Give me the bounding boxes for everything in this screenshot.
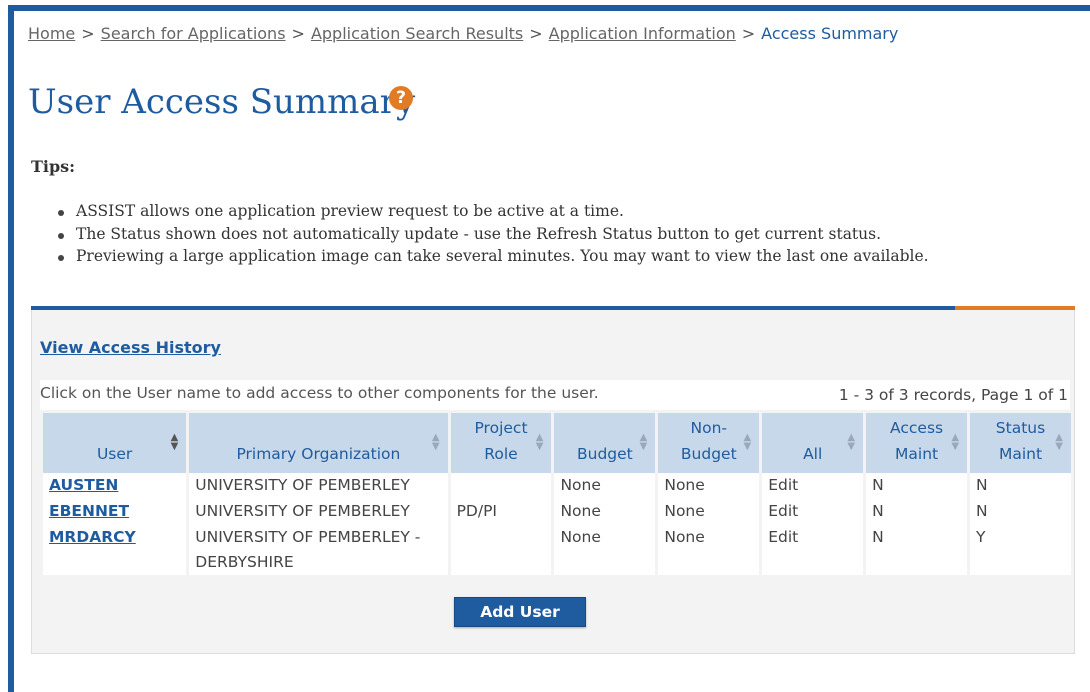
breadcrumb-application-info-link[interactable]: Application Information [549,24,736,43]
tip-item: ASSIST allows one application preview re… [56,202,929,225]
cell-all: Edit [762,473,864,499]
cell-budget: None [554,525,656,575]
help-icon[interactable]: ? [389,86,413,110]
column-header-non-budget[interactable]: Non- Budget ▲ ▼ [658,413,760,473]
cell-project-role [450,473,552,499]
tip-item: Previewing a large application image can… [56,247,929,270]
cell-non-budget: None [658,499,760,525]
cell-organization: UNIVERSITY OF PEMBERLEY - DERBYSHIRE [189,525,448,575]
panel-accent-bar-orange [955,306,1075,310]
table-row: AUSTEN UNIVERSITY OF PEMBERLEY None None… [43,473,1071,499]
user-access-table: User ▲ ▼ Primary Organization ▲ ▼ Project … [40,413,1074,575]
cell-budget: None [554,473,656,499]
breadcrumb: Home > Search for Applications > Application… [28,24,898,43]
cell-user: AUSTEN [43,473,187,499]
sort-icon[interactable]: ▲ ▼ [951,433,959,452]
tips-list: ASSIST allows one application preview re… [56,202,929,270]
user-link[interactable]: AUSTEN [49,476,118,494]
header-label: Status [995,419,1046,437]
column-header-user[interactable]: User ▲ ▼ [43,413,187,473]
cell-project-role [450,525,552,575]
organization-line: UNIVERSITY OF PEMBERLEY - [195,528,421,546]
breadcrumb-search-results-link[interactable]: Application Search Results [311,24,523,43]
tips-heading: Tips: [31,157,76,176]
column-header-primary-organization[interactable]: Primary Organization ▲ ▼ [189,413,448,473]
column-header-status-maint[interactable]: Status Maint ▲ ▼ [970,413,1071,473]
cell-user: EBENNET [43,499,187,525]
breadcrumb-separator: > [291,24,305,43]
breadcrumb-separator: > [81,24,95,43]
sort-icon[interactable]: ▲ ▼ [536,433,544,452]
header-label: Maint [998,445,1043,463]
cell-user: MRDARCY [43,525,187,575]
header-label: Budget [577,445,633,463]
header-label: Project [474,419,528,437]
window-frame-left [8,5,14,692]
tip-item: The Status shown does not automatically … [56,225,929,248]
table-row: EBENNET UNIVERSITY OF PEMBERLEY PD/PI No… [43,499,1071,525]
user-link[interactable]: EBENNET [49,502,129,520]
cell-organization: UNIVERSITY OF PEMBERLEY [189,499,448,525]
cell-status-maint: Y [970,525,1071,575]
cell-status-maint: N [970,473,1071,499]
column-header-access-maint[interactable]: Access Maint ▲ ▼ [866,413,968,473]
cell-organization: UNIVERSITY OF PEMBERLEY [189,473,448,499]
cell-all: Edit [762,499,864,525]
header-label: Primary Organization [236,445,401,463]
cell-non-budget: None [658,525,760,575]
user-link[interactable]: MRDARCY [49,528,136,546]
cell-all: Edit [762,525,864,575]
breadcrumb-separator: > [529,24,543,43]
table-row: MRDARCY UNIVERSITY OF PEMBERLEY - DERBYS… [43,525,1071,575]
breadcrumb-search-link[interactable]: Search for Applications [101,24,286,43]
table-header-row: User ▲ ▼ Primary Organization ▲ ▼ Project … [43,413,1071,473]
cell-access-maint: N [866,525,968,575]
sort-icon[interactable]: ▲ ▼ [640,433,648,452]
header-label: All [803,445,823,463]
sort-icon[interactable]: ▲ ▼ [171,433,179,452]
column-header-project-role[interactable]: Project Role ▲ ▼ [450,413,552,473]
column-header-all[interactable]: All ▲ ▼ [762,413,864,473]
header-label: Access [890,419,944,437]
cell-access-maint: N [866,473,968,499]
breadcrumb-current: Access Summary [761,24,899,43]
organization-line: DERBYSHIRE [195,553,294,571]
header-label: User [96,445,133,463]
cell-status-maint: N [970,499,1071,525]
breadcrumb-separator: > [741,24,756,43]
sort-icon[interactable]: ▲ ▼ [1055,433,1063,452]
sort-icon[interactable]: ▲ ▼ [847,433,855,452]
record-count: 1 - 3 of 3 records, Page 1 of 1 [838,386,1068,404]
sort-icon[interactable]: ▲ ▼ [744,433,752,452]
header-label: Role [484,445,518,463]
add-user-button[interactable]: Add User [454,597,586,627]
cell-non-budget: None [658,473,760,499]
breadcrumb-home-link[interactable]: Home [28,24,75,43]
cell-project-role: PD/PI [450,499,552,525]
page-title: User Access Summary [28,82,416,122]
panel-accent-bar [31,306,955,310]
column-header-budget[interactable]: Budget ▲ ▼ [554,413,656,473]
window-frame-top [8,5,1090,11]
instruction-text: Click on the User name to add access to … [40,384,599,402]
cell-budget: None [554,499,656,525]
cell-access-maint: N [866,499,968,525]
view-access-history-link[interactable]: View Access History [40,338,221,357]
header-label: Non- [690,419,728,437]
header-label: Budget [680,445,737,463]
sort-icon[interactable]: ▲ ▼ [432,433,440,452]
header-label: Maint [895,445,939,463]
